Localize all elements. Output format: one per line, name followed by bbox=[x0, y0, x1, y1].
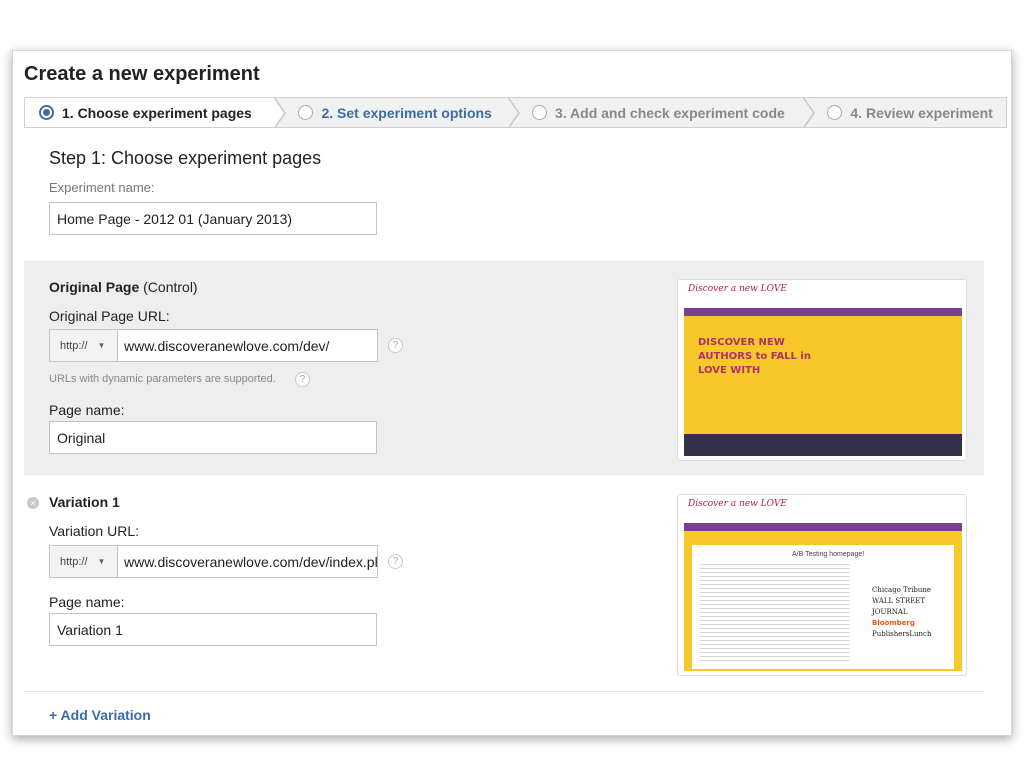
press-item: PublishersLunch bbox=[872, 630, 932, 638]
thumb-header: Discover a new LOVE bbox=[678, 280, 966, 308]
page-title: Create a new experiment bbox=[24, 63, 260, 85]
variation-url-group: http:// ▼ www.discoveranewlove.com/dev/i… bbox=[49, 545, 378, 578]
experiment-name-input[interactable]: Home Page - 2012 01 (January 2013) bbox=[49, 202, 377, 235]
press-item: Chicago Tribune bbox=[872, 586, 932, 594]
help-icon[interactable]: ? bbox=[295, 372, 310, 387]
caret-down-icon: ▼ bbox=[97, 557, 106, 566]
help-icon[interactable]: ? bbox=[388, 554, 403, 569]
step-1-tab[interactable]: 1. Choose experiment pages bbox=[25, 98, 287, 127]
original-url-label: Original Page URL: bbox=[49, 308, 170, 324]
chevron-right-icon bbox=[273, 98, 287, 127]
step-4-tab[interactable]: 4. Review experiment bbox=[803, 98, 1006, 127]
step-label: 4. Review experiment bbox=[850, 104, 993, 121]
radio-empty-icon bbox=[532, 105, 547, 120]
variation-url-input[interactable]: www.discoveranewlove.com/dev/index.ph bbox=[118, 545, 378, 578]
variation-page-name-label: Page name: bbox=[49, 594, 125, 610]
step-2-tab[interactable]: 2. Set experiment options bbox=[274, 98, 520, 127]
original-url-group: http:// ▼ www.discoveranewlove.com/dev/ bbox=[49, 329, 378, 362]
variation-page-name-input[interactable]: Variation 1 bbox=[49, 613, 377, 646]
thumb-press-list: Chicago Tribune WALL STREET JOURNAL Bloo… bbox=[872, 585, 954, 640]
step-label: 2. Set experiment options bbox=[321, 104, 492, 121]
protocol-select[interactable]: http:// ▼ bbox=[49, 545, 118, 578]
remove-variation-icon[interactable]: × bbox=[27, 497, 39, 509]
protocol-select[interactable]: http:// ▼ bbox=[49, 329, 118, 362]
variation-url-label: Variation URL: bbox=[49, 523, 140, 539]
step-label: 3. Add and check experiment code bbox=[555, 104, 785, 121]
thumb-text-lines bbox=[700, 561, 850, 661]
chevron-right-icon bbox=[507, 98, 520, 127]
thumb-logo: Discover a new LOVE bbox=[688, 284, 787, 294]
section-divider bbox=[24, 691, 984, 692]
original-page-thumbnail: Discover a new LOVE DISCOVER NEW AUTHORS… bbox=[677, 279, 967, 461]
experiment-card: Create a new experiment 1. Choose experi… bbox=[12, 50, 1012, 736]
original-page-title-bold: Original Page bbox=[49, 279, 140, 295]
protocol-value: http:// bbox=[60, 555, 88, 568]
step-3-tab[interactable]: 3. Add and check experiment code bbox=[508, 98, 816, 127]
radio-empty-icon bbox=[827, 105, 843, 120]
press-item: Bloomberg bbox=[872, 619, 915, 627]
thumb-footer-strip bbox=[684, 434, 962, 456]
protocol-value: http:// bbox=[60, 339, 88, 352]
thumb-hero: DISCOVER NEW AUTHORS to FALL in LOVE WIT… bbox=[684, 316, 962, 434]
step-heading: Step 1: Choose experiment pages bbox=[49, 148, 322, 168]
thumb-logo: Discover a new LOVE bbox=[688, 499, 787, 509]
original-page-title: Original Page (Control) bbox=[49, 279, 198, 295]
thumb-nav bbox=[684, 308, 962, 316]
radio-empty-icon bbox=[298, 105, 314, 120]
chevron-right-icon bbox=[802, 98, 816, 127]
experiment-name-label: Experiment name: bbox=[49, 180, 155, 195]
thumb-hero-text: DISCOVER NEW AUTHORS to FALL in LOVE WIT… bbox=[698, 337, 811, 376]
variation-title: Variation 1 bbox=[49, 494, 120, 510]
add-variation-link[interactable]: + Add Variation bbox=[49, 707, 151, 723]
press-item: WALL STREET JOURNAL bbox=[872, 597, 926, 616]
thumb-header: Discover a new LOVE bbox=[678, 495, 966, 523]
help-icon[interactable]: ? bbox=[388, 338, 403, 353]
step-wizard: 1. Choose experiment pages 2. Set experi… bbox=[24, 97, 1007, 128]
radio-selected-icon bbox=[39, 105, 54, 120]
thumb-page-title: A/B Testing homepage! bbox=[792, 551, 865, 558]
original-page-name-label: Page name: bbox=[49, 402, 125, 418]
original-page-title-rest: (Control) bbox=[139, 279, 198, 295]
variation-page-thumbnail: Discover a new LOVE A/B Testing homepage… bbox=[677, 494, 967, 676]
thumb-nav bbox=[684, 523, 962, 531]
original-page-name-input[interactable]: Original bbox=[49, 421, 377, 454]
step-label: 1. Choose experiment pages bbox=[62, 104, 252, 121]
original-url-input[interactable]: www.discoveranewlove.com/dev/ bbox=[118, 329, 378, 362]
dynamic-params-note: URLs with dynamic parameters are support… bbox=[49, 373, 276, 385]
caret-down-icon: ▼ bbox=[97, 341, 106, 350]
thumb-page: A/B Testing homepage! Chicago Tribune WA… bbox=[692, 545, 954, 669]
